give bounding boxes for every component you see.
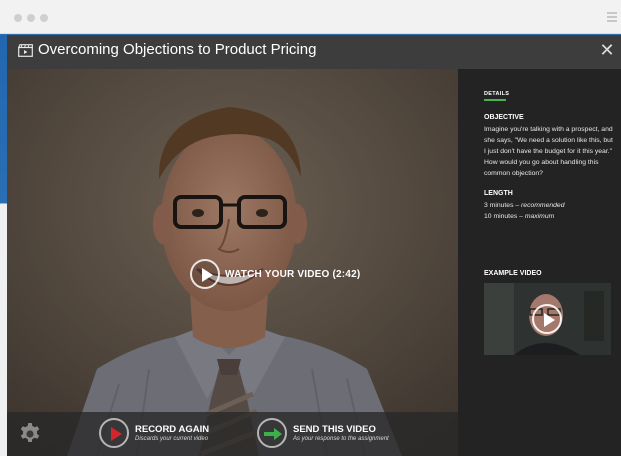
- record-again-label: RECORD AGAIN: [135, 424, 210, 435]
- record-again-button[interactable]: RECORD AGAIN Discards your current video: [99, 418, 209, 448]
- play-icon: [190, 259, 220, 289]
- close-icon[interactable]: ✕: [598, 41, 616, 59]
- clapperboard-icon: [18, 44, 33, 57]
- example-video-thumbnail[interactable]: [484, 283, 611, 355]
- send-arrow-icon: [257, 418, 287, 448]
- send-video-hint: As your response to the assignment: [293, 436, 389, 442]
- video-modal: Overcoming Objections to Product Pricing…: [7, 35, 621, 456]
- menu-icon[interactable]: [607, 12, 617, 22]
- tab-details[interactable]: DETAILS: [484, 91, 509, 97]
- length-recommended: 3 minutes – recommended: [484, 202, 565, 209]
- window-maximize-dot[interactable]: [40, 14, 48, 22]
- length-values: 3 minutes – recommended 10 minutes – max…: [484, 200, 614, 222]
- active-tab-indicator: [484, 99, 506, 101]
- window-close-dot[interactable]: [14, 14, 22, 22]
- video-control-bar: RECORD AGAIN Discards your current video…: [7, 412, 458, 456]
- video-player[interactable]: WATCH YOUR VIDEO (2:42) RECORD AGAIN Dis…: [7, 69, 458, 456]
- length-heading: LENGTH: [484, 190, 513, 197]
- details-panel: DETAILS OBJECTIVE Imagine you're talking…: [458, 69, 621, 456]
- modal-title: Overcoming Objections to Product Pricing: [38, 41, 317, 58]
- record-icon: [99, 418, 129, 448]
- example-play-icon: [532, 304, 562, 334]
- send-video-button[interactable]: SEND THIS VIDEO As your response to the …: [257, 418, 389, 448]
- watch-video-button[interactable]: WATCH YOUR VIDEO (2:42): [190, 258, 360, 290]
- gear-icon[interactable]: [18, 422, 42, 446]
- watch-video-label: WATCH YOUR VIDEO (2:42): [225, 268, 361, 280]
- objective-heading: OBJECTIVE: [484, 114, 524, 121]
- send-video-label: SEND THIS VIDEO: [293, 424, 376, 435]
- objective-text: Imagine you're talking with a prospect, …: [484, 126, 613, 177]
- record-again-hint: Discards your current video: [135, 436, 209, 442]
- example-video-heading: EXAMPLE VIDEO: [484, 270, 542, 277]
- window-minimize-dot[interactable]: [27, 14, 35, 22]
- length-maximum: 10 minutes – maximum: [484, 213, 555, 220]
- modal-header: Overcoming Objections to Product Pricing…: [7, 35, 621, 69]
- browser-title-bar: [0, 0, 621, 34]
